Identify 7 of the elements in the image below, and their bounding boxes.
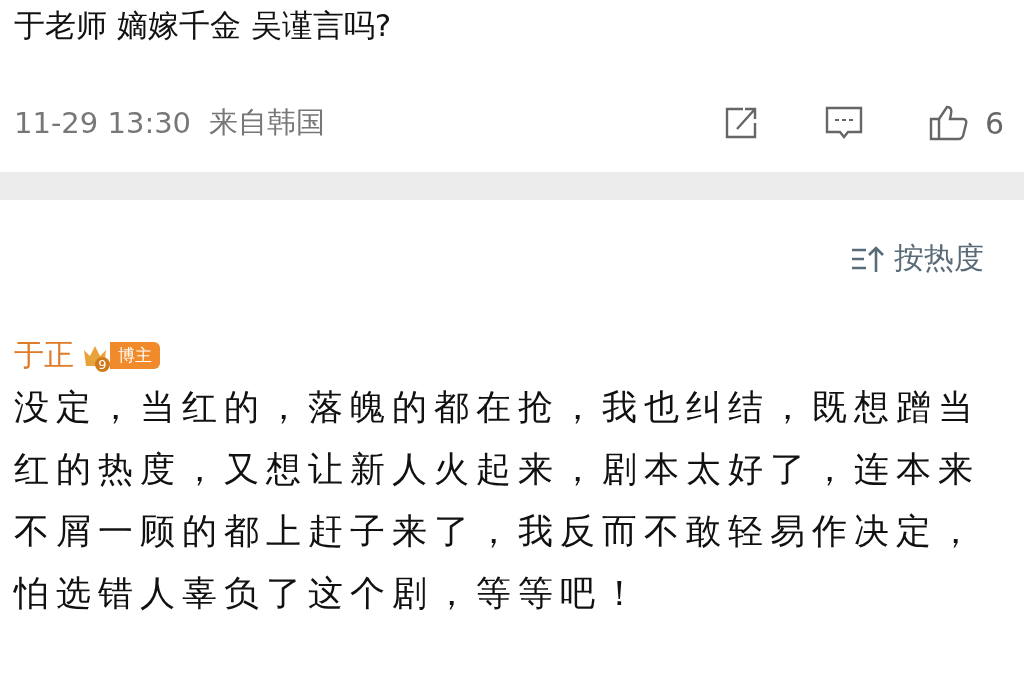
- author-name[interactable]: 于正: [14, 335, 74, 376]
- post-text: 于老师 嫡嫁千金 吴谨言吗?: [14, 6, 393, 45]
- like-button[interactable]: 6: [926, 103, 1004, 143]
- sort-button[interactable]: 按热度: [850, 238, 984, 279]
- post-time: 11-29 13:30: [14, 106, 192, 140]
- post-source: 来自韩国: [209, 104, 326, 141]
- comment-text: 没定，当红的，落魄的都在抢，我也纠结，既想蹭当红的热度，又想让新人火起来，剧本太好了，连本来不屑一顾的都上赶子来了，我反而不敢轻易作决定，怕选错人辜负了这个剧，等等吧！: [14, 386, 981, 615]
